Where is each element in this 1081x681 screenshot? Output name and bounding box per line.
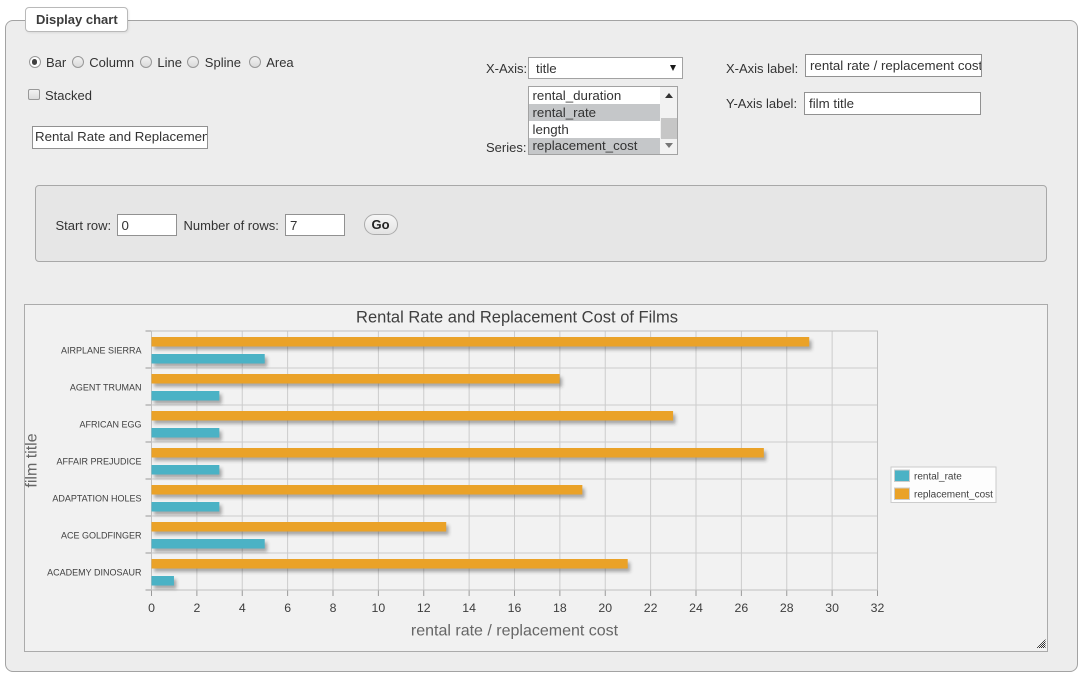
svg-text:film title: film title [25,433,41,487]
svg-text:4: 4 [239,601,246,615]
svg-text:AFRICAN EGG: AFRICAN EGG [79,420,141,430]
svg-text:ACADEMY DINOSAUR: ACADEMY DINOSAUR [47,568,142,578]
svg-text:26: 26 [735,601,749,615]
svg-text:Rental Rate and Replacement Co: Rental Rate and Replacement Cost of Film… [356,309,678,327]
svg-text:12: 12 [417,601,431,615]
svg-text:2: 2 [193,601,200,615]
svg-text:8: 8 [330,601,337,615]
svg-text:AFFAIR PREJUDICE: AFFAIR PREJUDICE [56,457,141,467]
svg-text:ACE GOLDFINGER: ACE GOLDFINGER [61,531,142,541]
svg-text:rental_rate: rental_rate [914,472,962,483]
svg-text:22: 22 [644,601,658,615]
svg-text:AIRPLANE SIERRA: AIRPLANE SIERRA [61,346,142,356]
svg-text:0: 0 [148,601,155,615]
svg-text:10: 10 [372,601,386,615]
svg-text:28: 28 [780,601,794,615]
svg-text:14: 14 [462,601,476,615]
svg-text:AGENT TRUMAN: AGENT TRUMAN [70,383,142,393]
svg-text:20: 20 [598,601,612,615]
svg-text:6: 6 [284,601,291,615]
svg-text:24: 24 [689,601,703,615]
svg-text:ADAPTATION HOLES: ADAPTATION HOLES [52,494,141,504]
svg-text:rental rate / replacement cost: rental rate / replacement cost [411,623,619,640]
svg-text:30: 30 [825,601,839,615]
svg-text:16: 16 [508,601,522,615]
svg-text:32: 32 [871,601,885,615]
svg-text:18: 18 [553,601,567,615]
svg-text:replacement_cost: replacement_cost [914,490,993,501]
